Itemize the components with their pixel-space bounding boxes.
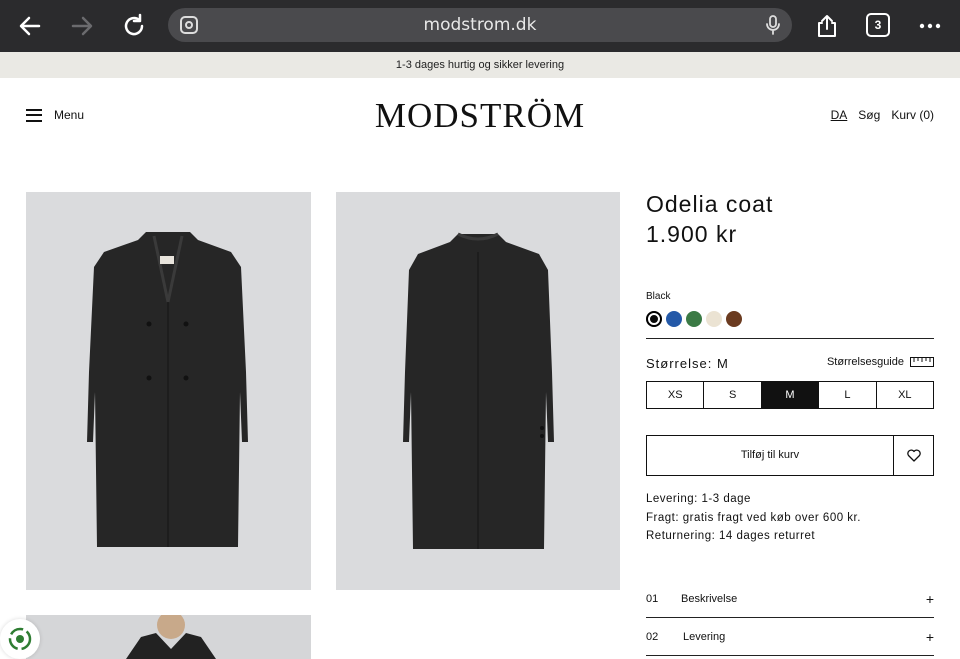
- accordion-title: Levering: [683, 631, 726, 643]
- divider: [646, 338, 934, 339]
- size-label: Størrelse: M: [646, 356, 729, 371]
- menu-label: Menu: [54, 108, 85, 122]
- chat-widget-button[interactable]: [0, 619, 40, 659]
- divider: [646, 655, 934, 656]
- returns-text: Returnering: 14 dages returret: [646, 530, 816, 542]
- product-image-model[interactable]: [26, 615, 311, 659]
- size-selector: XS S M L XL: [646, 381, 934, 409]
- tabs-button[interactable]: 3: [866, 13, 890, 37]
- site-logo[interactable]: MODSTRÖM: [360, 96, 600, 136]
- plus-icon: +: [925, 591, 934, 607]
- forward-icon[interactable]: [66, 10, 98, 42]
- accordion-number: 01: [646, 593, 659, 605]
- recycle-icon: [8, 627, 32, 651]
- add-to-cart-button[interactable]: Tilføj til kurv: [646, 435, 894, 476]
- accordion-number: 02: [646, 631, 659, 643]
- swatch-green[interactable]: [686, 311, 702, 327]
- swatch-black[interactable]: [646, 311, 662, 327]
- browser-toolbar: modstrom.dk 3: [0, 0, 960, 52]
- delivery-info: Levering: 1-3 dage Fragt: gratis fragt v…: [646, 490, 861, 546]
- shipping-banner: 1-3 dages hurtig og sikker levering: [0, 52, 960, 78]
- shipping-text: Fragt: gratis fragt ved køb over 600 kr.: [646, 511, 861, 524]
- color-label: Black: [646, 291, 671, 302]
- address-bar[interactable]: modstrom.dk: [168, 8, 792, 42]
- size-option-s[interactable]: S: [704, 382, 762, 408]
- url-text: modstrom.dk: [423, 15, 537, 35]
- size-option-xl[interactable]: XL: [877, 382, 933, 408]
- size-guide-label: Størrelsesguide: [826, 356, 904, 368]
- wishlist-button[interactable]: [893, 435, 934, 476]
- more-options-icon[interactable]: [914, 10, 946, 42]
- product-image-back[interactable]: [336, 192, 620, 590]
- menu-button[interactable]: Menu: [26, 108, 84, 122]
- color-swatches: [646, 311, 742, 327]
- coat-back-illustration: [403, 232, 554, 549]
- size-guide-link[interactable]: Størrelsesguide: [827, 356, 934, 368]
- swatch-brown[interactable]: [726, 311, 742, 327]
- coat-front-illustration: [87, 232, 248, 547]
- swatch-cream[interactable]: [706, 311, 722, 327]
- divider: [646, 617, 934, 618]
- share-icon[interactable]: [811, 10, 843, 42]
- swatch-blue[interactable]: [666, 311, 682, 327]
- ruler-icon: [910, 357, 934, 367]
- accordion-title: Beskrivelse: [681, 593, 738, 605]
- product-image-front[interactable]: [26, 192, 311, 590]
- cart-link[interactable]: Kurv (0): [891, 108, 934, 122]
- language-link[interactable]: DA: [831, 108, 848, 122]
- back-icon[interactable]: [14, 10, 46, 42]
- search-link[interactable]: Søg: [858, 108, 880, 122]
- product-price: 1.900 kr: [646, 221, 738, 247]
- size-option-m[interactable]: M: [761, 382, 820, 408]
- microphone-icon[interactable]: [764, 14, 782, 36]
- heart-icon: [906, 449, 921, 462]
- delivery-text: Levering: 1-3 dage: [646, 493, 751, 505]
- reload-icon[interactable]: [118, 10, 150, 42]
- model-illustration: [126, 615, 216, 659]
- product-name: Odelia coat: [646, 191, 774, 217]
- plus-icon: +: [925, 629, 934, 645]
- header-actions: DA Søg Kurv (0): [831, 108, 934, 122]
- hamburger-icon: [26, 108, 42, 122]
- size-option-l[interactable]: L: [819, 382, 877, 408]
- size-option-xs[interactable]: XS: [647, 382, 705, 408]
